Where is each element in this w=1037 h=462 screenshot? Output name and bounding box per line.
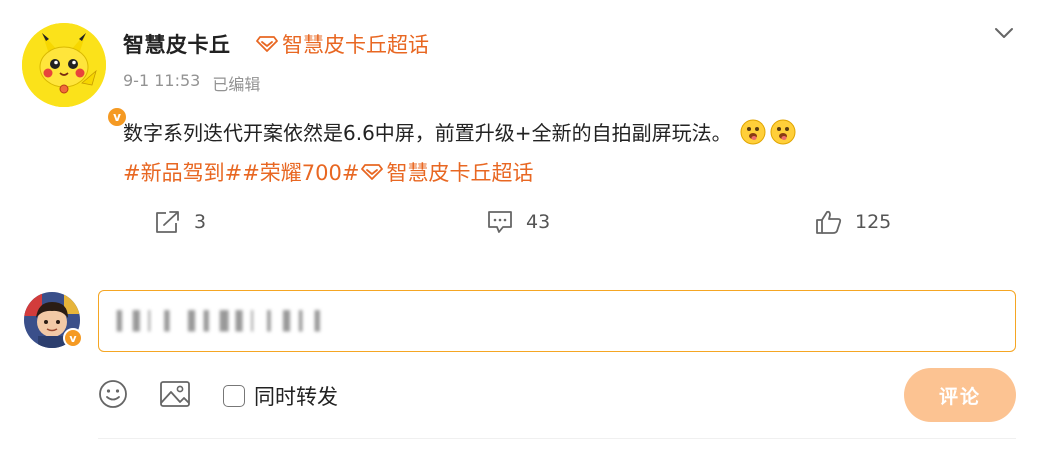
- post-content: 数字系列迭代开案依然是6.6中屏，前置升级+全新的自拍副屏玩法。: [123, 117, 796, 146]
- sync-repost-label[interactable]: 同时转发: [254, 381, 338, 411]
- image-icon[interactable]: [158, 378, 192, 410]
- thumbs-up-icon: [816, 210, 842, 234]
- comment-icon: [488, 211, 512, 233]
- verified-badge: v: [63, 328, 83, 348]
- chevron-down-icon[interactable]: [994, 26, 1014, 40]
- tongue-emoji-icon: [770, 119, 796, 144]
- post-meta: 9-1 11:53 已编辑: [123, 71, 260, 95]
- comment-input[interactable]: ▍▌▏▍ ▌▍▋▌▏▎▌▎▍: [98, 290, 1016, 352]
- comment-button[interactable]: 43: [486, 209, 550, 235]
- post-text: 数字系列迭代开案依然是6.6中屏，前置升级+全新的自拍副屏玩法。: [123, 121, 732, 145]
- hashtag-supertopic-link[interactable]: 智慧皮卡丘超话: [386, 157, 533, 187]
- share-icon: [156, 211, 179, 233]
- like-count: 125: [855, 211, 892, 233]
- supertopic-label: 智慧皮卡丘超话: [282, 33, 429, 57]
- share-count: 3: [194, 211, 207, 233]
- smiley-icon[interactable]: [97, 378, 129, 410]
- comment-composer: v ▍▌▏▍ ▌▍▋▌▏▎▌▎▍ 同时转发 评论: [0, 272, 1037, 462]
- post-timestamp[interactable]: 9-1 11:53: [123, 71, 200, 95]
- hashtag-links[interactable]: #新品驾到##荣耀700#: [123, 157, 359, 187]
- author-avatar[interactable]: v: [22, 23, 128, 128]
- share-button[interactable]: 3: [154, 209, 206, 235]
- diamond-icon: [256, 36, 278, 52]
- tongue-emoji-icon: [740, 119, 766, 144]
- comment-input-value: ▍▌▏▍ ▌▍▋▌▏▎▌▎▍: [117, 310, 331, 332]
- author-name[interactable]: 智慧皮卡丘: [123, 29, 231, 59]
- supertopic-link[interactable]: 智慧皮卡丘超话: [256, 29, 429, 59]
- submit-comment-button[interactable]: 评论: [904, 368, 1016, 422]
- weibo-post: v 智慧皮卡丘 智慧皮卡丘超话 9-1 11:53 已编辑 数字系列迭代开案依然…: [0, 0, 1037, 272]
- like-button[interactable]: 125: [815, 209, 891, 235]
- divider: [98, 438, 1016, 439]
- pikachu-avatar-image: [22, 23, 106, 107]
- edited-label[interactable]: 已编辑: [212, 71, 260, 95]
- sync-repost-checkbox[interactable]: [223, 385, 245, 407]
- diamond-icon: [361, 164, 384, 180]
- comment-count: 43: [526, 211, 551, 233]
- post-hashtags: #新品驾到##荣耀700# 智慧皮卡丘超话: [123, 157, 533, 187]
